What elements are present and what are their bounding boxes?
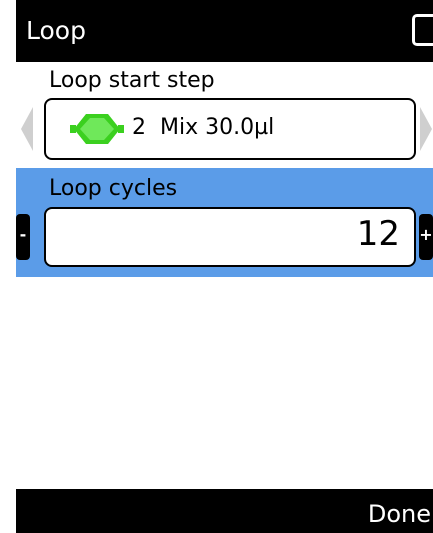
title-bar: Loop bbox=[16, 0, 433, 62]
loop-cycles-label: Loop cycles bbox=[49, 176, 178, 201]
loop-start-prev-arrow[interactable] bbox=[21, 107, 33, 151]
loop-cycles-field[interactable]: 12 bbox=[44, 207, 416, 267]
loop-start-next-arrow[interactable] bbox=[420, 107, 432, 151]
increment-button[interactable]: + bbox=[419, 214, 433, 260]
loop-start-label: Loop start step bbox=[49, 68, 215, 93]
done-button[interactable]: Done bbox=[368, 499, 431, 529]
loop-screen: Loop Loop start step 2 Mix 30.0µl Loop c… bbox=[16, 0, 433, 533]
step-number: 2 bbox=[132, 115, 146, 140]
window-corner-box bbox=[412, 14, 433, 46]
loop-cycles-value: 12 bbox=[356, 214, 400, 254]
page-title: Loop bbox=[26, 16, 86, 45]
loop-start-step-field[interactable]: 2 Mix 30.0µl bbox=[44, 98, 416, 160]
mix-step-icon bbox=[70, 114, 124, 144]
decrement-button[interactable]: - bbox=[16, 214, 30, 260]
loop-start-step-text: 2 Mix 30.0µl bbox=[132, 110, 274, 146]
softkey-bar: Done bbox=[16, 489, 433, 533]
decrement-label: - bbox=[19, 225, 27, 244]
increment-label: + bbox=[419, 225, 433, 244]
step-description: Mix 30.0µl bbox=[160, 115, 275, 140]
